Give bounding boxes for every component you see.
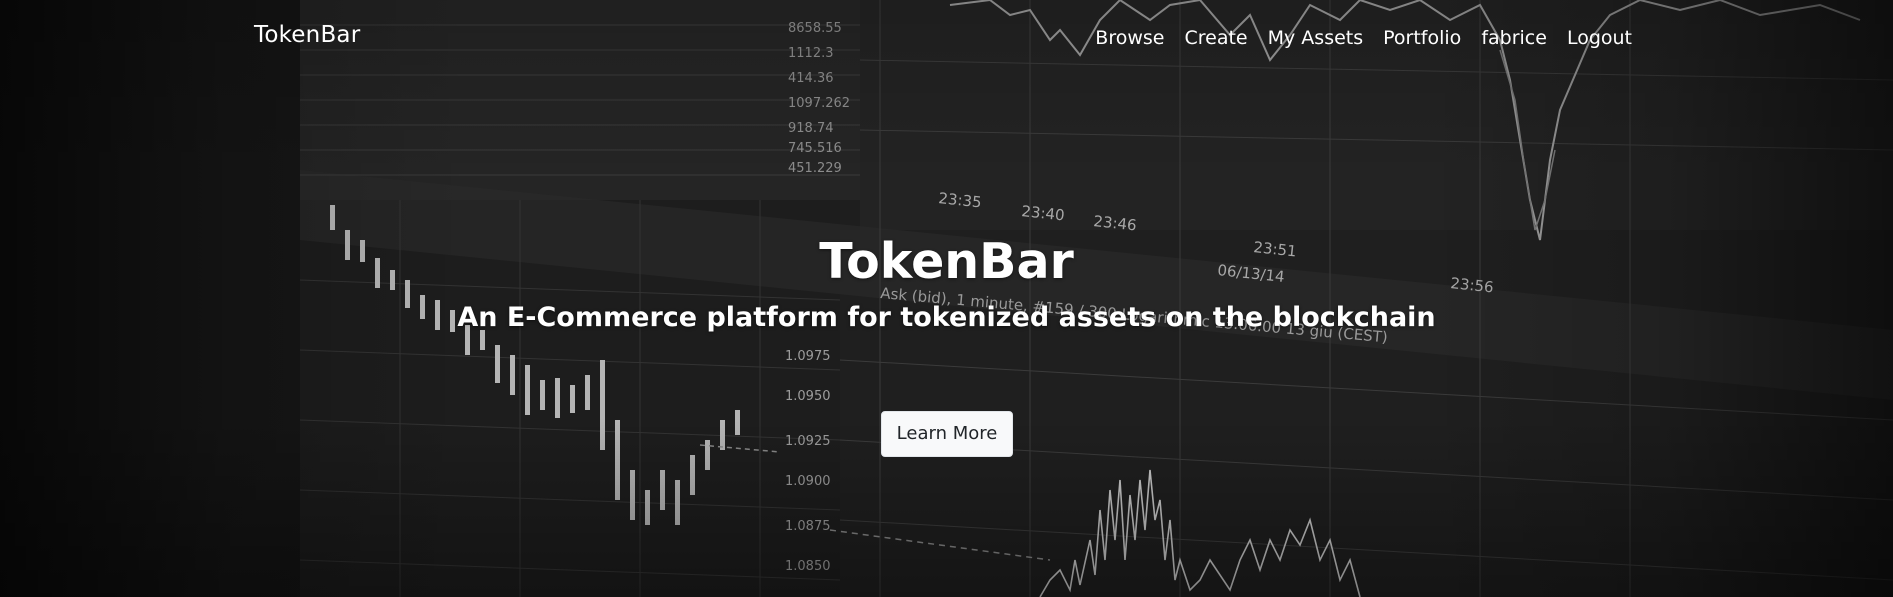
- hero-section: 1.0975 1.0950 1.0925 1.0900 1.0875 1.085…: [0, 0, 1893, 597]
- table-value: 918.74: [788, 121, 834, 136]
- table-value: 451.229: [788, 161, 842, 176]
- nav-link-logout[interactable]: Logout: [1557, 24, 1632, 52]
- nav-link-portfolio[interactable]: Portfolio: [1373, 24, 1471, 52]
- top-navbar: TokenBar Browse Create My Assets Portfol…: [0, 0, 1893, 76]
- hero-content: TokenBar An E-Commerce platform for toke…: [0, 232, 1893, 336]
- axis-value-label: 1.0975: [785, 349, 831, 364]
- axis-value-label: 1.0850: [785, 559, 831, 574]
- axis-value-label: 1.0925: [785, 434, 831, 449]
- axis-value-label: 1.0875: [785, 519, 831, 534]
- nav-link-browse[interactable]: Browse: [1085, 24, 1174, 52]
- nav-link-create[interactable]: Create: [1174, 24, 1257, 52]
- table-value: 745.516: [788, 141, 842, 156]
- nav-links: Browse Create My Assets Portfolio fabric…: [1085, 24, 1632, 52]
- axis-value-label: 1.0900: [785, 474, 831, 489]
- axis-value-label: 1.0950: [785, 389, 831, 404]
- hero-title: TokenBar: [819, 233, 1074, 290]
- learn-more-button[interactable]: Learn More: [881, 411, 1013, 457]
- nav-link-user-profile[interactable]: fabrice: [1471, 24, 1557, 52]
- table-value: 1097.262: [788, 96, 850, 111]
- nav-link-my-assets[interactable]: My Assets: [1258, 24, 1374, 52]
- hero-subtitle: An E-Commerce platform for tokenized ass…: [457, 302, 1436, 333]
- brand-link[interactable]: TokenBar: [254, 22, 360, 48]
